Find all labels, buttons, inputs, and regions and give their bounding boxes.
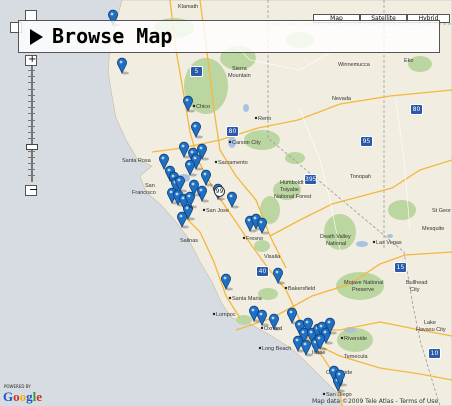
zoom-tick <box>28 94 35 96</box>
zoom-tick <box>28 150 35 152</box>
label-eko: Eko <box>404 58 413 64</box>
highway-shield: 99 <box>214 186 225 197</box>
highway-shield: 80 <box>410 104 423 115</box>
zoom-tick <box>28 101 35 102</box>
label-klamath: Klamath <box>178 4 198 10</box>
label-tonopah: Tonopah <box>350 174 371 180</box>
label-toiyabe: Toiyabe <box>280 187 299 193</box>
zoom-tick <box>28 88 35 90</box>
label-bakersfield: Bakersfield <box>288 286 315 292</box>
label-santa-rosa: Santa Rosa <box>122 158 152 164</box>
zoom-tick <box>28 107 35 109</box>
google-logo[interactable]: Google <box>3 389 42 405</box>
highway-shield: 40 <box>256 266 269 277</box>
zoom-tick <box>28 138 35 140</box>
zoom-tick <box>28 163 35 164</box>
label-chico: Chico <box>196 104 210 110</box>
label-lompoc: Lompoc <box>216 312 236 318</box>
label-carson-city: Carson City <box>232 140 261 146</box>
zoom-tick <box>28 70 35 71</box>
label-temecula: Temecula <box>344 354 368 360</box>
label-humboldt: Humboldt <box>280 180 304 186</box>
zoom-tick <box>28 132 35 133</box>
label-long-beach: Long Beach <box>262 346 291 352</box>
label-salinas: Salinas <box>180 238 198 244</box>
label-san: San <box>145 183 155 189</box>
zoom-tick <box>28 82 35 84</box>
label-santa-maria: Santa Maria <box>232 296 263 302</box>
zoom-in-button[interactable]: + <box>25 54 37 66</box>
plus-icon: + <box>28 54 37 65</box>
zoom-handle[interactable] <box>26 144 38 150</box>
highway-shield: 10 <box>428 348 441 359</box>
label-mountain: Mountain <box>228 73 251 79</box>
label-havasu-city: Havasu City <box>416 327 446 333</box>
label-fresno: Fresno <box>246 236 263 242</box>
highway-shield: 5 <box>190 66 203 77</box>
zoom-tick <box>28 113 35 115</box>
label-death-valley-national: National <box>326 241 346 247</box>
label-mesquite: Mesquite <box>422 226 444 232</box>
minus-icon: − <box>29 183 39 196</box>
label-national-forest: National Forest <box>274 194 312 200</box>
map-canvas[interactable]: Klamath Eko Chico Reno Carson City Santa… <box>0 0 452 406</box>
map-view[interactable]: Klamath Eko Chico Reno Carson City Santa… <box>0 0 452 406</box>
expand-arrow-icon <box>30 29 43 45</box>
zoom-out-button[interactable]: − <box>25 183 39 196</box>
zoom-tick <box>28 156 35 158</box>
label-reno: Reno <box>258 116 271 122</box>
zoom-tick <box>28 119 35 121</box>
label-sierra: Sierra <box>232 66 248 72</box>
label-lake: Lake <box>424 320 436 326</box>
label-sacramento: Sacramento <box>218 160 248 166</box>
highway-shield: 80 <box>226 126 239 137</box>
label-preserve: Preserve <box>352 287 374 293</box>
label-las-vegas: Las Vegas <box>376 240 402 246</box>
browse-map-toggle[interactable]: Browse Map <box>18 20 440 53</box>
label-winnemucca: Winnemucca <box>338 62 371 68</box>
highway-shield: 15 <box>394 262 407 273</box>
zoom-slider[interactable] <box>26 66 38 182</box>
label-mojave: Mojave National <box>344 280 383 286</box>
label-bullhead: Bullhead <box>406 280 427 286</box>
label-nevada: Nevada <box>332 96 352 102</box>
label-bullhead-city: City <box>410 287 420 293</box>
zoom-tick <box>28 169 35 171</box>
label-riverside: Riverside <box>344 336 367 342</box>
label-death-valley: Death Valley <box>320 234 351 240</box>
highway-shield: 95 <box>360 136 373 147</box>
banner-title: Browse Map <box>52 24 173 48</box>
zoom-tick <box>28 175 35 177</box>
label-francisco: Francisco <box>132 190 156 196</box>
label-san-jose: San Jose <box>206 208 229 214</box>
label-st-george: St Geor <box>432 208 451 214</box>
zoom-tick <box>28 76 35 78</box>
highway-shield: 395 <box>304 174 317 185</box>
label-visalia: Visalia <box>264 254 281 260</box>
map-copyright[interactable]: Map data ©2009 Tele Atlas - Terms of Use <box>312 398 438 405</box>
zoom-tick <box>28 125 35 127</box>
